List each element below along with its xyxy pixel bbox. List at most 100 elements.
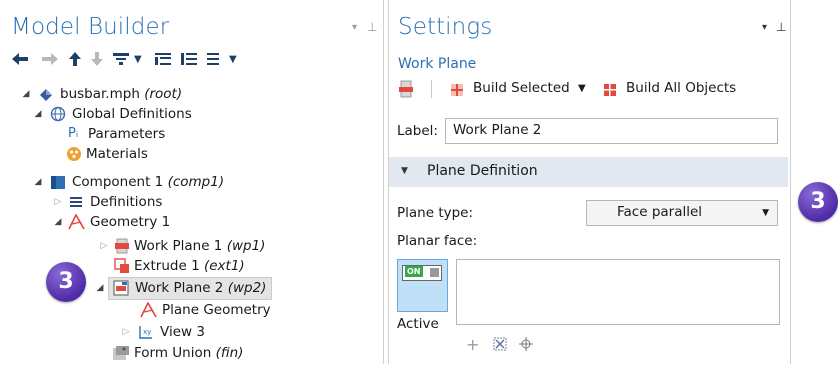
dropdown-caret-icon[interactable]: ▼ (134, 52, 142, 68)
tree-item-work-plane-1[interactable]: ▷ Work Plane 1 (wp1) (0, 236, 380, 256)
collapse-toggle-icon[interactable]: ▷ (120, 322, 132, 342)
expand-all-icon[interactable] (154, 52, 172, 69)
tree-label: Form Union (134, 345, 212, 361)
tree-tag: (comp1) (167, 174, 225, 190)
tree-item-geometry[interactable]: ◢ Geometry 1 (0, 212, 380, 232)
planar-face-selection-list[interactable] (456, 259, 780, 325)
tree-label: Plane Geometry (162, 302, 271, 318)
plane-type-select[interactable]: Face parallel ▼ (586, 200, 778, 226)
tree-item-view-3[interactable]: ▷ xy View 3 (0, 322, 380, 342)
tree-tag: (fin) (215, 345, 244, 361)
work-plane-icon (113, 280, 129, 296)
plane-definition-section[interactable]: ▼ Plane Definition (389, 157, 788, 187)
toolbar-separator (431, 80, 432, 98)
build-all-icon (603, 82, 617, 101)
expand-toggle-icon[interactable]: ◢ (20, 84, 32, 104)
planar-face-caption: Planar face: (397, 233, 478, 249)
active-toggle-button[interactable]: ON (397, 259, 448, 312)
settings-subtitle: Work Plane (398, 56, 477, 72)
work-plane-build-icon[interactable] (398, 80, 414, 102)
tree-item-root[interactable]: ◢ busbar.mph (root) (0, 84, 380, 104)
collapse-toggle-icon[interactable]: ▷ (52, 192, 64, 212)
on-switch-icon: ON (402, 265, 442, 281)
tree-tag: (ext1) (203, 258, 245, 274)
step-badge: 3 (46, 262, 86, 302)
tree-item-parameters[interactable]: Pᵢ Parameters (0, 124, 380, 144)
panel-menu-icon[interactable]: ▾ (352, 22, 357, 33)
tree-label: View 3 (160, 324, 205, 340)
arrow-right-icon[interactable] (41, 52, 59, 69)
tree-label: Work Plane 1 (134, 238, 223, 254)
svg-text:xy: xy (143, 328, 151, 336)
tree-label: Component 1 (72, 174, 164, 190)
expand-toggle-icon[interactable]: ◢ (94, 278, 106, 298)
tree-item-work-plane-2[interactable]: Work Plane 2 (wp2) (108, 277, 272, 300)
definitions-icon (68, 194, 84, 210)
extrude-icon (114, 258, 130, 274)
label-input[interactable]: Work Plane 2 (445, 118, 778, 144)
tree-tag: (wp1) (226, 238, 266, 254)
globe-icon (50, 106, 66, 122)
arrow-up-icon[interactable] (68, 51, 82, 70)
build-all-label: Build All Objects (626, 80, 737, 96)
expand-toggle-icon[interactable]: ◢ (32, 172, 44, 192)
chevron-down-icon: ▼ (762, 208, 769, 218)
arrow-left-icon[interactable] (11, 52, 29, 69)
tree-item-plane-geometry[interactable]: Plane Geometry (0, 300, 380, 320)
materials-icon (66, 146, 82, 162)
tree-label: busbar.mph (60, 86, 140, 102)
label-caption: Label: (397, 123, 438, 139)
filter-icon[interactable] (112, 52, 130, 69)
geometry-icon (140, 301, 157, 318)
section-collapse-icon[interactable]: ▼ (401, 166, 408, 176)
expand-toggle-icon[interactable]: ◢ (32, 104, 44, 124)
settings-title: Settings (398, 14, 493, 40)
tree-item-definitions[interactable]: ▷ Definitions (0, 192, 380, 212)
component-icon (50, 174, 66, 190)
active-label: Active (397, 316, 439, 332)
collapse-toggle-icon[interactable]: ▷ (98, 236, 110, 256)
arrow-down-icon[interactable] (90, 51, 104, 70)
tree-label: Extrude 1 (134, 258, 200, 274)
panel-menu-icon[interactable]: ▾ (762, 22, 767, 33)
section-title: Plane Definition (427, 163, 538, 179)
tree-tag: (root) (144, 86, 183, 102)
tree-label: Global Definitions (72, 106, 192, 122)
view-xy-icon: xy (138, 324, 154, 340)
plane-type-value: Face parallel (617, 204, 703, 220)
tree-label: Parameters (88, 126, 166, 142)
model-root-icon (38, 86, 54, 102)
tree-label: Work Plane 2 (135, 280, 224, 296)
dropdown-caret-icon[interactable]: ▼ (229, 52, 237, 68)
build-selected-button[interactable]: Build Selected ▼ (445, 78, 595, 100)
build-selected-label: Build Selected (473, 80, 570, 96)
geometry-icon (68, 213, 85, 230)
add-icon[interactable]: + (466, 335, 479, 354)
toggle-text: ON (405, 266, 423, 277)
form-union-icon: * (112, 345, 129, 361)
pin-icon[interactable]: ⊥ (776, 20, 786, 34)
tree-item-component[interactable]: ◢ Component 1 (comp1) (0, 172, 380, 192)
tree-item-materials[interactable]: Materials (0, 144, 380, 164)
tree-label: Geometry 1 (90, 214, 171, 230)
build-all-button[interactable]: Build All Objects (598, 78, 748, 100)
collapse-all-icon[interactable] (180, 52, 198, 69)
tree-tag: (wp2) (227, 280, 267, 296)
expand-toggle-icon[interactable]: ◢ (52, 212, 64, 232)
tree-item-global-definitions[interactable]: ◢ Global Definitions (0, 104, 380, 124)
step-badge: 3 (798, 182, 838, 222)
pin-icon[interactable]: ⊥ (367, 20, 377, 34)
tree-item-form-union[interactable]: * Form Union (fin) (0, 343, 380, 363)
label-input-value: Work Plane 2 (453, 122, 542, 138)
parameters-icon: Pᵢ (68, 126, 79, 141)
dropdown-caret-icon[interactable]: ▼ (578, 83, 586, 94)
tree-label: Definitions (90, 194, 163, 210)
clear-selection-icon[interactable] (492, 336, 508, 356)
zoom-selection-icon[interactable] (518, 336, 534, 356)
plane-type-caption: Plane type: (397, 205, 474, 221)
model-builder-title: Model Builder (11, 14, 170, 40)
list-view-icon[interactable] (206, 52, 224, 69)
svg-text:*: * (122, 346, 126, 355)
tree-label: Materials (86, 146, 148, 162)
work-plane-icon (114, 238, 130, 254)
